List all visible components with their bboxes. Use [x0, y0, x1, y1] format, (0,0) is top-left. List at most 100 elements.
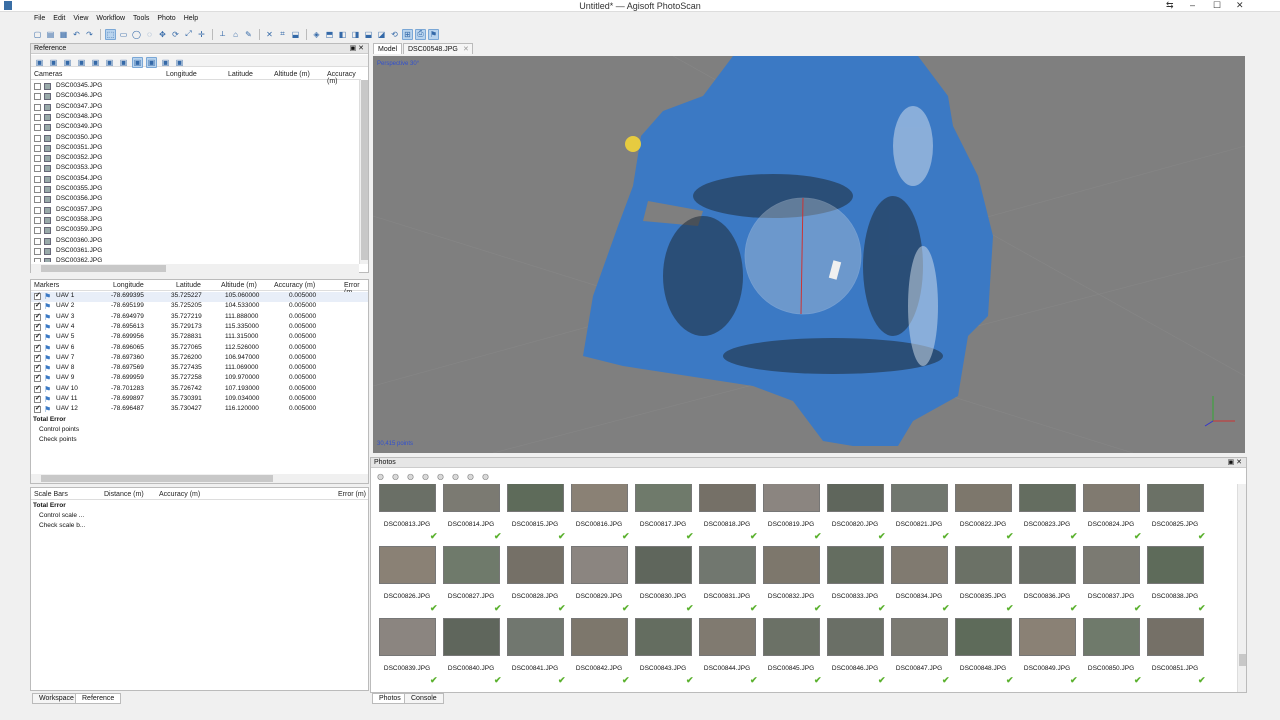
- camera-row[interactable]: DSC00349.JPG: [31, 123, 361, 133]
- camera-checkbox[interactable]: [34, 144, 41, 152]
- region-icon[interactable]: ⬓: [290, 29, 301, 40]
- marker-checkbox[interactable]: [34, 353, 41, 362]
- marker-checkbox[interactable]: [34, 343, 41, 352]
- camera-row[interactable]: DSC00353.JPG: [31, 164, 361, 174]
- marker-checkbox[interactable]: [34, 404, 41, 414]
- camera-row[interactable]: DSC00362.JPG: [31, 257, 361, 262]
- marker-row[interactable]: ⚑ UAV 1 -78.699395 35.725227 105.060000 0.005…: [31, 291, 368, 302]
- marker-icon[interactable]: ⚑: [428, 28, 439, 40]
- model-view-icon[interactable]: ⊞: [402, 28, 413, 40]
- camera-checkbox[interactable]: [34, 83, 41, 90]
- move-object-icon[interactable]: ✛: [196, 29, 207, 40]
- export-icon[interactable]: ▣: [62, 57, 73, 68]
- camera-checkbox[interactable]: [34, 206, 41, 214]
- minimize-icon[interactable]: –: [1190, 0, 1195, 10]
- tab-console[interactable]: Console: [404, 693, 444, 704]
- menu-tools[interactable]: Tools: [129, 13, 153, 25]
- back-view-icon[interactable]: ◪: [376, 29, 387, 40]
- redo-icon[interactable]: ↷: [84, 29, 95, 40]
- photos-close-icon[interactable]: ▣ ✕: [1228, 458, 1242, 466]
- hat-icon[interactable]: ▣: [174, 57, 185, 68]
- photo-thumbnail[interactable]: [891, 484, 948, 512]
- marker-checkbox[interactable]: [34, 291, 41, 300]
- settings-icon[interactable]: ▣: [76, 57, 87, 68]
- left-view-icon[interactable]: ◧: [337, 29, 348, 40]
- photo-thumbnail[interactable]: [571, 484, 628, 512]
- marker-checkbox[interactable]: [34, 332, 41, 342]
- photo-thumbnail[interactable]: [763, 546, 820, 584]
- resize-region-icon[interactable]: ⤢: [183, 29, 194, 40]
- remove-icon[interactable]: ◍: [405, 471, 416, 482]
- marker-row[interactable]: ⚑ UAV 4 -78.695613 35.729173 115.335000 0.005…: [31, 322, 368, 333]
- front-view-icon[interactable]: ◨: [350, 29, 361, 40]
- camera-icon[interactable]: ⎙: [415, 28, 426, 40]
- marker-row[interactable]: ⚑ UAV 8 -78.697569 35.727435 111.069000 0.005…: [31, 363, 368, 374]
- bottom-view-icon[interactable]: ⬓: [363, 29, 374, 40]
- free-select-icon[interactable]: ◌: [144, 29, 155, 40]
- marker-row[interactable]: ⚑ UAV 5 -78.699956 35.728831 111.315000 0.005…: [31, 332, 368, 343]
- wand-icon[interactable]: ▣: [104, 57, 115, 68]
- marker-row[interactable]: ⚑ UAV 3 -78.694979 35.727219 111.888000 0.005…: [31, 312, 368, 323]
- marker-row[interactable]: ⚑ UAV 10 -78.701283 35.726742 107.193000 0.00…: [31, 384, 368, 395]
- photo-thumbnail[interactable]: [379, 484, 436, 512]
- mask-icon[interactable]: ◍: [465, 471, 476, 482]
- reset-view-icon[interactable]: ⟲: [389, 29, 400, 40]
- cameras-col-1[interactable]: Longitude: [166, 71, 197, 78]
- restore-icon[interactable]: ⇆: [1166, 0, 1174, 11]
- tab-photo[interactable]: DSC00548.JPG ✕: [403, 43, 473, 54]
- cameras-scrollbar[interactable]: [359, 80, 368, 264]
- tab-photos[interactable]: Photos: [372, 693, 408, 704]
- cameras-col-2[interactable]: Latitude: [228, 71, 253, 78]
- marker-checkbox[interactable]: [34, 322, 41, 331]
- view-errors-icon[interactable]: ▣: [160, 57, 171, 68]
- navigation-icon[interactable]: ⬚: [105, 28, 116, 40]
- delete-icon[interactable]: ✕: [264, 29, 275, 40]
- camera-checkbox[interactable]: [34, 165, 41, 173]
- photo-thumbnail[interactable]: [1147, 618, 1204, 656]
- camera-checkbox[interactable]: [34, 134, 41, 142]
- enable-icon[interactable]: ◍: [375, 471, 386, 482]
- photo-thumbnail[interactable]: [699, 484, 756, 512]
- photo-thumbnail[interactable]: [891, 546, 948, 584]
- top-view-icon[interactable]: ⬒: [324, 29, 335, 40]
- photo-thumbnail[interactable]: [1147, 484, 1204, 512]
- crop-icon[interactable]: ⌗: [277, 29, 288, 40]
- photo-thumbnail[interactable]: [1019, 618, 1076, 656]
- photo-thumbnail[interactable]: [443, 618, 500, 656]
- menu-view[interactable]: View: [69, 13, 92, 25]
- photo-thumbnail[interactable]: [827, 484, 884, 512]
- camera-checkbox[interactable]: [34, 216, 41, 224]
- photo-thumbnail[interactable]: [1083, 618, 1140, 656]
- camera-row[interactable]: DSC00352.JPG: [31, 154, 361, 164]
- new-icon[interactable]: ▢: [32, 29, 43, 40]
- convert-icon[interactable]: ▣: [90, 57, 101, 68]
- camera-row[interactable]: DSC00354.JPG: [31, 175, 361, 185]
- disable-icon[interactable]: ◍: [390, 471, 401, 482]
- ruler-icon[interactable]: ⟂: [217, 29, 228, 40]
- photo-thumbnail[interactable]: [699, 618, 756, 656]
- photo-thumbnail[interactable]: [571, 618, 628, 656]
- photo-thumbnail[interactable]: [1019, 546, 1076, 584]
- marker-row[interactable]: ⚑ UAV 6 -78.696065 35.727065 112.526000 0.005…: [31, 343, 368, 354]
- marker-checkbox[interactable]: [34, 363, 41, 373]
- camera-row[interactable]: DSC00359.JPG: [31, 226, 361, 236]
- cameras-hscrollbar[interactable]: [31, 264, 359, 273]
- camera-row[interactable]: DSC00358.JPG: [31, 216, 361, 226]
- marker-checkbox[interactable]: [34, 312, 41, 321]
- camera-row[interactable]: DSC00347.JPG: [31, 103, 361, 113]
- marker-row[interactable]: ⚑ UAV 12 -78.696487 35.730427 116.120000 0.00…: [31, 404, 368, 415]
- view-estimated-icon[interactable]: ▣: [146, 57, 157, 68]
- close-icon[interactable]: ✕: [1236, 0, 1244, 11]
- photo-thumbnail[interactable]: [1019, 484, 1076, 512]
- view-mode-icon[interactable]: ◍: [480, 471, 491, 482]
- rotate-right-icon[interactable]: ◍: [420, 471, 431, 482]
- tab-model[interactable]: Model: [373, 43, 403, 54]
- panel-close-icon[interactable]: ▣ ✕: [350, 44, 364, 52]
- camera-checkbox[interactable]: [34, 103, 41, 111]
- photo-thumbnail[interactable]: [1083, 484, 1140, 512]
- photo-thumbnail[interactable]: [1083, 546, 1140, 584]
- photo-thumbnail[interactable]: [635, 618, 692, 656]
- tab-reference[interactable]: Reference: [75, 693, 122, 704]
- filter-icon[interactable]: ◍: [450, 471, 461, 482]
- photo-thumbnail[interactable]: [763, 484, 820, 512]
